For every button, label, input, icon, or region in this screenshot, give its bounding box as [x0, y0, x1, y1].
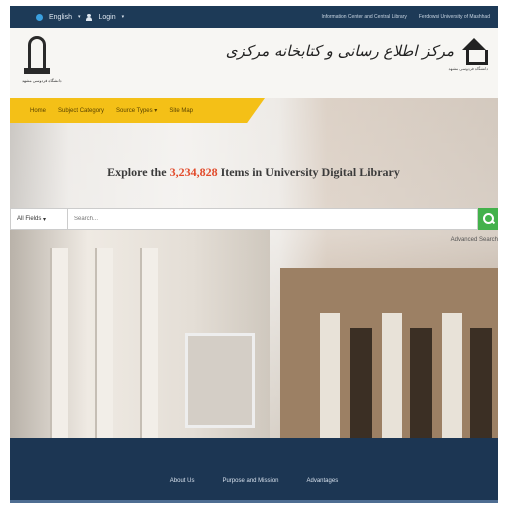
hero-pillar	[442, 313, 462, 438]
explore-heading: Explore the 3,234,828 Items in Universit…	[0, 165, 507, 180]
footer-strip	[10, 500, 498, 503]
search-fields-dropdown[interactable]: All Fields ▾	[10, 208, 68, 230]
search-input[interactable]	[68, 208, 478, 230]
hero-window	[350, 328, 372, 438]
logo-dome	[28, 36, 46, 68]
chevron-down-icon: ▾	[77, 14, 81, 20]
language-selector[interactable]: English	[49, 14, 72, 21]
footer-link-purpose[interactable]: Purpose and Mission	[222, 478, 278, 484]
left-logo-caption: دانشگاه فردوسی مشهد	[22, 78, 62, 83]
explore-suffix: Items in University Digital Library	[217, 165, 400, 179]
nav-item-subject-category[interactable]: Subject Category	[58, 108, 104, 114]
hero-window	[410, 328, 432, 438]
hero-pillar	[320, 313, 340, 438]
library-logo[interactable]: مرکز اطلاع رسانی و کتابخانه مرکزی دانشگا…	[225, 38, 488, 71]
globe-icon	[36, 13, 43, 21]
footer-link-about[interactable]: About Us	[170, 478, 195, 484]
top-bar-left: English ▾ Login ▾	[10, 13, 125, 21]
footer-link-advantages[interactable]: Advantages	[307, 478, 339, 484]
search-fields-label: All Fields	[17, 216, 42, 222]
top-bar-links: Information Center and Central Library F…	[322, 14, 498, 20]
hero-window	[470, 328, 492, 438]
logo-base	[24, 68, 50, 74]
user-icon	[86, 13, 93, 21]
hero-column	[50, 248, 68, 438]
top-bar: English ▾ Login ▾ Information Center and…	[10, 6, 498, 28]
hero-pillar	[382, 313, 402, 438]
hero-banner	[10, 98, 498, 438]
search-bar: All Fields ▾	[10, 208, 498, 230]
advanced-search-link[interactable]: Advanced Search	[451, 237, 498, 243]
login-link[interactable]: Login	[98, 14, 115, 21]
nav-item-home[interactable]: Home	[30, 108, 46, 114]
hero-door	[185, 333, 255, 428]
nav-item-site-map[interactable]: Site Map	[169, 108, 193, 114]
explore-prefix: Explore the	[107, 165, 170, 179]
hero-column	[95, 248, 113, 438]
main-nav: Home Subject Category Source Types ▾ Sit…	[10, 98, 265, 123]
search-button[interactable]	[478, 208, 498, 230]
university-link[interactable]: Ferdowsi University of Mashhad	[419, 14, 490, 20]
library-logo-text: مرکز اطلاع رسانی و کتابخانه مرکزی	[225, 42, 454, 60]
nav-item-source-types[interactable]: Source Types ▾	[116, 107, 157, 114]
items-count: 3,234,828	[169, 165, 218, 179]
library-logo-icon	[460, 38, 488, 65]
footer-links: About Us Purpose and Mission Advantages	[10, 478, 498, 484]
library-link[interactable]: Information Center and Central Library	[322, 14, 407, 20]
chevron-down-icon: ▾	[121, 14, 125, 20]
nav-item-source-types-label: Source Types	[116, 108, 153, 114]
site-header: دانشگاه فردوسی مشهد مرکز اطلاع رسانی و ک…	[10, 28, 498, 98]
hero-column	[140, 248, 158, 438]
site-footer: About Us Purpose and Mission Advantages	[10, 438, 498, 500]
library-logo-caption: دانشگاه فردوسی مشهد	[448, 66, 489, 71]
university-logo-icon[interactable]: دانشگاه فردوسی مشهد	[22, 36, 62, 86]
